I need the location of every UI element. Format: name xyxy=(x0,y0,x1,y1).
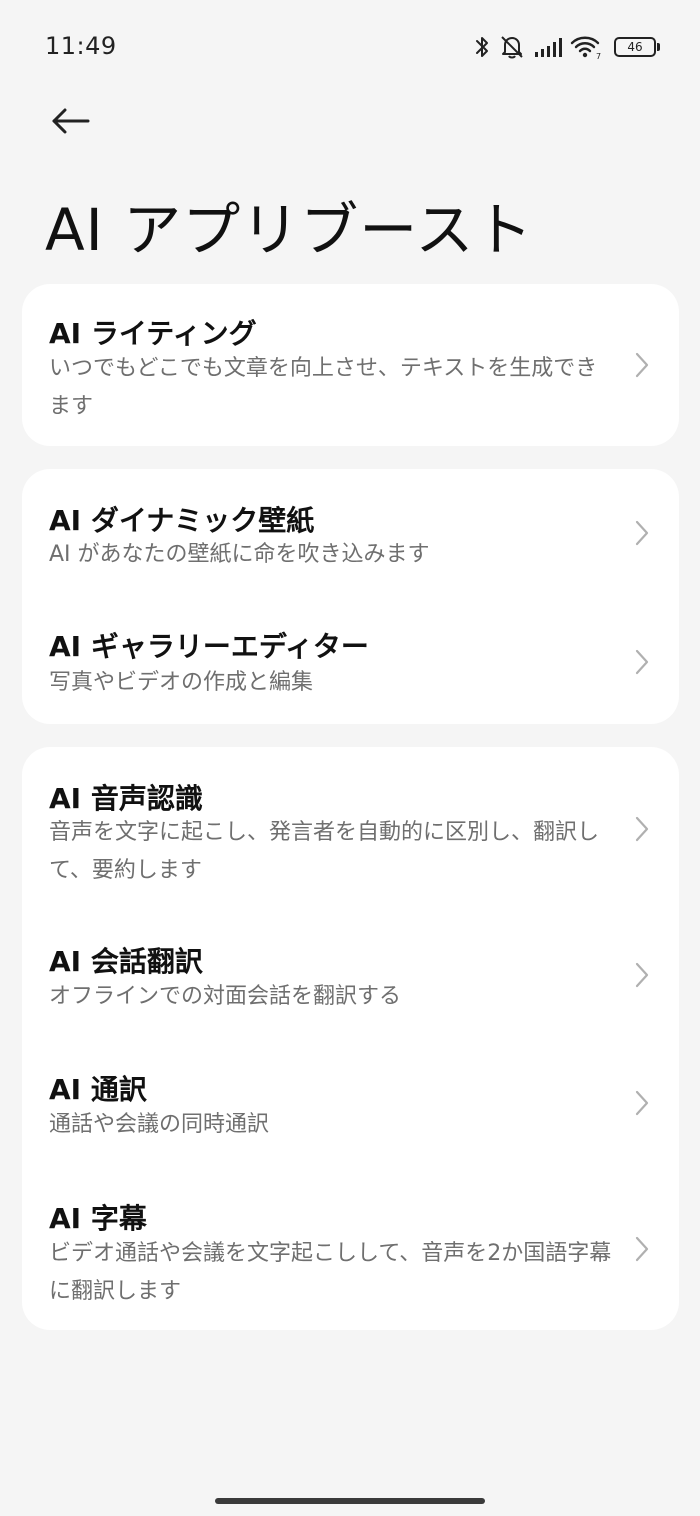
item-title: AI 通訳 xyxy=(49,1073,147,1106)
chevron-right-icon xyxy=(635,1236,649,1262)
chevron-right-icon xyxy=(635,520,649,546)
signal-icon xyxy=(535,38,562,57)
settings-card-writing: AI ライティング いつでもどこでも文章を向上させ、テキストを生成できます xyxy=(22,284,679,446)
item-description: オフラインでの対面会話を翻訳する xyxy=(49,984,402,1009)
settings-card-voice: AI 音声認識 音声を文字に起こし、発言者を自動的に区別し、翻訳して、要約します… xyxy=(22,747,679,1330)
item-description: ビデオ通話や会議を文字起こしして、音声を2か国語字幕に翻訳します xyxy=(49,1241,612,1304)
item-description: 通話や会議の同時通訳 xyxy=(49,1112,270,1137)
mute-icon xyxy=(501,36,523,59)
item-description: AI があなたの壁紙に命を吹き込みます xyxy=(49,542,430,567)
list-item-ai-dynamic-wallpaper[interactable]: AI ダイナミック壁紙 AI があなたの壁紙に命を吹き込みます xyxy=(22,469,679,597)
item-title: AI 音声認識 xyxy=(49,782,203,815)
item-description: いつでもどこでも文章を向上させ、テキストを生成できます xyxy=(49,356,598,419)
chevron-right-icon xyxy=(635,816,649,842)
back-button[interactable] xyxy=(40,96,100,146)
item-title: AI ライティング xyxy=(49,317,257,350)
status-time: 11:49 xyxy=(45,32,117,60)
item-description: 写真やビデオの作成と編集 xyxy=(49,670,314,695)
list-item-ai-writing[interactable]: AI ライティング いつでもどこでも文章を向上させ、テキストを生成できます xyxy=(22,284,679,446)
list-item-ai-subtitles[interactable]: AI 字幕 ビデオ通話や会議を文字起こしして、音声を2か国語字幕に翻訳します xyxy=(22,1165,679,1330)
battery-icon: 46 xyxy=(614,37,660,57)
status-bar: 11:49 7 46 xyxy=(0,0,700,95)
item-title: AI 会話翻訳 xyxy=(49,945,203,978)
chevron-right-icon xyxy=(635,962,649,988)
item-description: 音声を文字に起こし、発言者を自動的に区別し、翻訳して、要約します xyxy=(49,820,600,883)
arrow-left-icon xyxy=(52,108,90,134)
item-title: AI ギャラリーエディター xyxy=(49,630,369,663)
chevron-right-icon xyxy=(635,352,649,378)
svg-text:7: 7 xyxy=(596,52,601,60)
wifi-icon: 7 xyxy=(570,36,601,60)
list-item-ai-interpreter[interactable]: AI 通訳 通話や会議の同時通訳 xyxy=(22,1035,679,1165)
status-icons: 7 46 xyxy=(474,33,660,61)
settings-card-visual: AI ダイナミック壁紙 AI があなたの壁紙に命を吹き込みます AI ギャラリー… xyxy=(22,469,679,724)
list-item-ai-speech-recognition[interactable]: AI 音声認識 音声を文字に起こし、発言者を自動的に区別し、翻訳して、要約します xyxy=(22,747,679,907)
item-title: AI 字幕 xyxy=(49,1202,147,1235)
page-title: AI アプリブースト xyxy=(45,196,534,264)
item-title: AI ダイナミック壁紙 xyxy=(49,504,315,537)
list-item-ai-conversation-translation[interactable]: AI 会話翻訳 オフラインでの対面会話を翻訳する xyxy=(22,907,679,1035)
list-item-ai-gallery-editor[interactable]: AI ギャラリーエディター 写真やビデオの作成と編集 xyxy=(22,597,679,724)
chevron-right-icon xyxy=(635,649,649,675)
chevron-right-icon xyxy=(635,1090,649,1116)
home-indicator[interactable] xyxy=(215,1498,485,1504)
bluetooth-icon xyxy=(476,37,488,57)
